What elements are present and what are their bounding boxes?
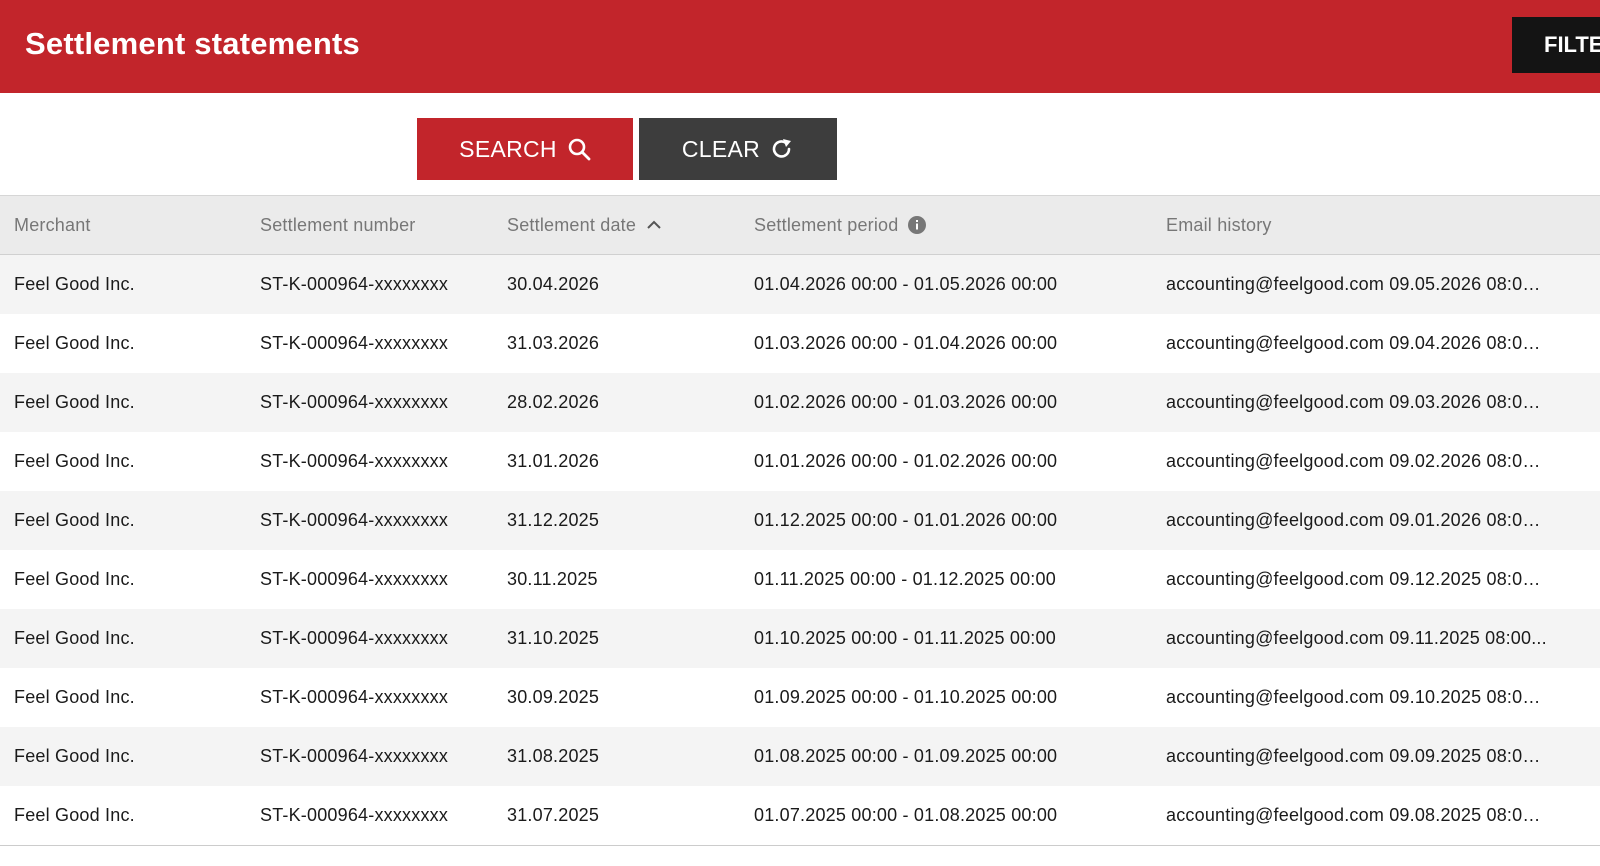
search-button-label: SEARCH (459, 135, 557, 162)
column-header-settlement-period[interactable]: Settlement period (754, 196, 927, 254)
cell-settlement-period: 01.03.2026 00:00 - 01.04.2026 00:00 (754, 333, 1058, 353)
cell-settlement-number: ST-K-000964-xxxxxxxx (260, 687, 449, 707)
table-row[interactable]: Feel Good Inc. ST-K-000964-xxxxxxxx 31.07.… (0, 786, 1600, 845)
cell-email-history: accounting@feelgood.com 09.05.2026 08:00… (1166, 274, 1548, 294)
cell-settlement-period: 01.09.2025 00:00 - 01.10.2025 00:00 (754, 687, 1058, 707)
cell-settlement-number: ST-K-000964-xxxxxxxx (260, 333, 449, 353)
column-header-label: Merchant (14, 214, 91, 235)
cell-settlement-period: 01.07.2025 00:00 - 01.08.2025 00:00 (754, 805, 1058, 825)
cell-settlement-number: ST-K-000964-xxxxxxxx (260, 746, 449, 766)
clear-button[interactable]: CLEAR (639, 118, 837, 180)
cell-settlement-number: ST-K-000964-xxxxxxxx (260, 569, 449, 589)
page-title: Settlement statements (25, 26, 360, 61)
cell-email-history: accounting@feelgood.com 09.12.2025 08:00… (1166, 569, 1548, 589)
table-row[interactable]: Feel Good Inc. ST-K-000964-xxxxxxxx 28.02.… (0, 373, 1600, 432)
cell-settlement-period: 01.02.2026 00:00 - 01.03.2026 00:00 (754, 392, 1058, 412)
cell-settlement-number: ST-K-000964-xxxxxxxx (260, 628, 449, 648)
cell-settlement-period: 01.10.2025 00:00 - 01.11.2025 00:00 (754, 628, 1056, 648)
cell-settlement-date: 31.10.2025 (507, 628, 600, 648)
column-header-settlement-number[interactable]: Settlement number (260, 196, 415, 254)
cell-settlement-date: 31.07.2025 (507, 805, 600, 825)
cell-email-history: accounting@feelgood.com 09.09.2025 08:00… (1166, 746, 1548, 766)
column-header-merchant[interactable]: Merchant (14, 196, 91, 254)
cell-email-history: accounting@feelgood.com 09.08.2025 08:00… (1166, 805, 1548, 825)
cell-merchant: Feel Good Inc. (14, 569, 135, 589)
cell-settlement-date: 30.11.2025 (507, 569, 598, 589)
refresh-icon (770, 137, 794, 161)
cell-email-history: accounting@feelgood.com 09.02.2026 08:00… (1166, 451, 1548, 471)
cell-merchant: Feel Good Inc. (14, 687, 135, 707)
column-header-settlement-date[interactable]: Settlement date (507, 196, 662, 254)
search-icon (567, 137, 591, 161)
table-bottom-divider (0, 845, 1600, 846)
info-icon[interactable] (908, 216, 927, 234)
cell-settlement-number: ST-K-000964-xxxxxxxx (260, 805, 449, 825)
cell-settlement-period: 01.11.2025 00:00 - 01.12.2025 00:00 (754, 569, 1056, 589)
settlements-table: Merchant Settlement number Settlement da… (0, 195, 1600, 846)
cell-settlement-date: 31.03.2026 (507, 333, 600, 353)
cell-settlement-period: 01.08.2025 00:00 - 01.09.2025 00:00 (754, 746, 1058, 766)
cell-settlement-date: 31.08.2025 (507, 746, 600, 766)
table-row[interactable]: Feel Good Inc. ST-K-000964-xxxxxxxx 31.01.… (0, 432, 1600, 491)
column-header-label: Settlement period (754, 214, 899, 235)
column-header-label: Settlement date (507, 214, 637, 235)
cell-email-history: accounting@feelgood.com 09.11.2025 08:00… (1166, 628, 1547, 648)
cell-settlement-number: ST-K-000964-xxxxxxxx (260, 392, 449, 412)
cell-merchant: Feel Good Inc. (14, 510, 135, 530)
cell-email-history: accounting@feelgood.com 09.10.2025 08:00… (1166, 687, 1548, 707)
column-header-label: Settlement number (260, 214, 416, 235)
filter-button[interactable]: FILTER (1512, 17, 1600, 73)
table-row[interactable]: Feel Good Inc. ST-K-000964-xxxxxxxx 31.12.… (0, 491, 1600, 550)
column-header-email-history[interactable]: Email history (1166, 196, 1272, 254)
cell-settlement-period: 01.12.2025 00:00 - 01.01.2026 00:00 (754, 510, 1058, 530)
cell-settlement-date: 28.02.2026 (507, 392, 600, 412)
table-row[interactable]: Feel Good Inc. ST-K-000964-xxxxxxxx 30.04.… (0, 255, 1600, 314)
cell-settlement-period: 01.04.2026 00:00 - 01.05.2026 00:00 (754, 274, 1058, 294)
table-row[interactable]: Feel Good Inc. ST-K-000964-xxxxxxxx 31.10.… (0, 609, 1600, 668)
cell-settlement-date: 31.01.2026 (507, 451, 600, 471)
cell-merchant: Feel Good Inc. (14, 746, 135, 766)
table-row[interactable]: Feel Good Inc. ST-K-000964-xxxxxxxx 31.03.… (0, 314, 1600, 373)
cell-merchant: Feel Good Inc. (14, 274, 135, 294)
table-row[interactable]: Feel Good Inc. ST-K-000964-xxxxxxxx 30.09.… (0, 668, 1600, 727)
table-body: Feel Good Inc. ST-K-000964-xxxxxxxx 30.04.… (0, 255, 1600, 845)
cell-email-history: accounting@feelgood.com 09.03.2026 08:00… (1166, 392, 1548, 412)
table-row[interactable]: Feel Good Inc. ST-K-000964-xxxxxxxx 30.11.… (0, 550, 1600, 609)
cell-merchant: Feel Good Inc. (14, 333, 135, 353)
page-header: Settlement statements FILTER (0, 0, 1600, 93)
cell-settlement-date: 30.09.2025 (507, 687, 600, 707)
cell-settlement-date: 31.12.2025 (507, 510, 600, 530)
cell-settlement-number: ST-K-000964-xxxxxxxx (260, 274, 449, 294)
cell-settlement-period: 01.01.2026 00:00 - 01.02.2026 00:00 (754, 451, 1058, 471)
cell-merchant: Feel Good Inc. (14, 392, 135, 412)
sort-ascending-icon[interactable] (646, 219, 662, 231)
search-button[interactable]: SEARCH (417, 118, 633, 180)
cell-merchant: Feel Good Inc. (14, 805, 135, 825)
cell-email-history: accounting@feelgood.com 09.04.2026 08:00… (1166, 333, 1548, 353)
table-row[interactable]: Feel Good Inc. ST-K-000964-xxxxxxxx 31.08.… (0, 727, 1600, 786)
cell-merchant: Feel Good Inc. (14, 628, 135, 648)
cell-settlement-number: ST-K-000964-xxxxxxxx (260, 510, 449, 530)
cell-settlement-number: ST-K-000964-xxxxxxxx (260, 451, 449, 471)
cell-merchant: Feel Good Inc. (14, 451, 135, 471)
toolbar: SEARCH CLEAR (0, 93, 1600, 195)
cell-settlement-date: 30.04.2026 (507, 274, 600, 294)
table-header: Merchant Settlement number Settlement da… (0, 195, 1600, 255)
clear-button-label: CLEAR (681, 135, 761, 162)
cell-email-history: accounting@feelgood.com 09.01.2026 08:00… (1166, 510, 1548, 530)
column-header-label: Email history (1166, 214, 1272, 235)
